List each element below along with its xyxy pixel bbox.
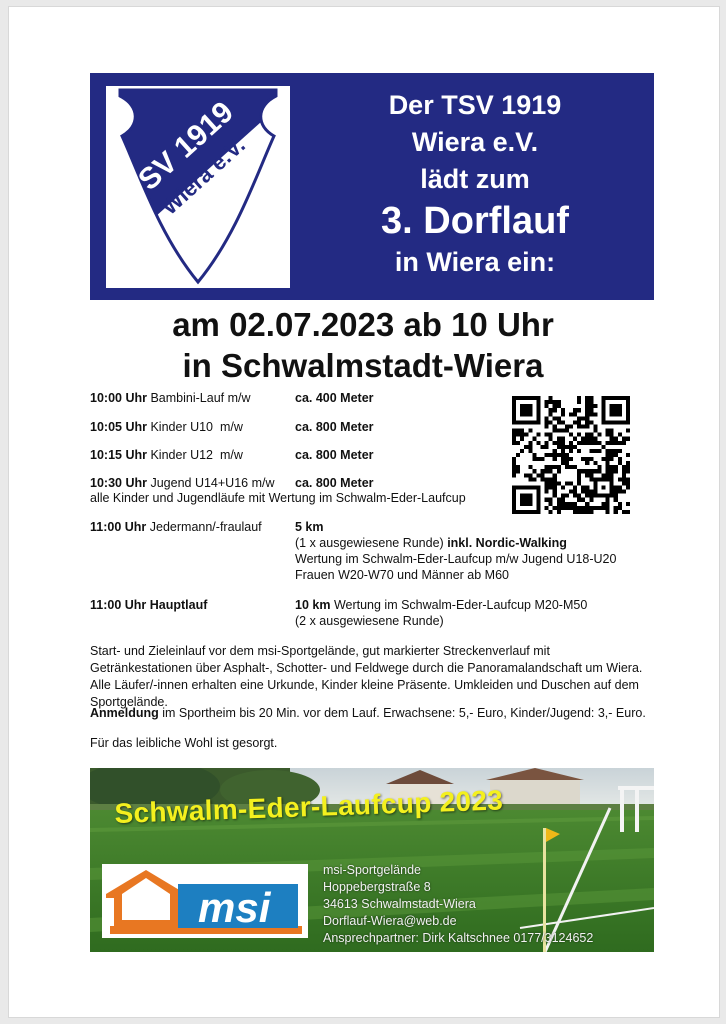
schedule-event: Jedermann/-fraulauf — [149, 520, 262, 534]
hauptlauf-distance: 10 km — [295, 598, 331, 612]
invitation-heading: Der TSV 1919 Wiera e.V. lädt zum 3. Dorf… — [300, 87, 650, 281]
hauptlauf-details: 10 km Wertung im Schwalm-Eder-Laufcup M2… — [295, 597, 587, 629]
registration-paragraph: Anmeldung im Sportheim bis 20 Min. vor d… — [90, 705, 650, 722]
schedule-time: 11:00 Uhr — [90, 520, 147, 534]
schedule-row: 10:00 Uhr Bambini-Lauf m/w — [90, 390, 251, 406]
venue-city: 34613 Schwalmstadt-Wiera — [323, 897, 476, 911]
schedule-time: 10:15 Uhr — [90, 448, 147, 462]
venue-street: Hoppebergstraße 8 — [323, 880, 431, 894]
schedule-row: 10:05 Uhr Kinder U10 m/w — [90, 419, 243, 435]
schedule-time: 10:00 Uhr — [90, 391, 147, 405]
jedermann-details: 5 km (1 x ausgewiesene Runde) inkl. Nord… — [295, 519, 616, 583]
laufcup-banner: Schwalm-Eder-Laufcup 2023 msi msi-Sportg… — [90, 768, 654, 952]
heading-line-2: Wiera e.V. — [411, 127, 539, 157]
jedermann-rounds: (1 x ausgewiesene Runde) — [295, 536, 444, 550]
info-paragraph: Start- und Zieleinlauf vor dem msi-Sport… — [90, 644, 643, 709]
contact-person: Ansprechpartner: Dirk Kaltschnee 0177/31… — [323, 931, 594, 945]
hauptlauf-wertung: Wertung im Schwalm-Eder-Laufcup M20-M50 — [333, 598, 588, 612]
venue-address: msi-Sportgelände Hoppebergstraße 8 34613… — [323, 862, 593, 947]
schedule-event: Kinder U10 m/w — [150, 420, 243, 434]
schedule-row-jedermann: 11:00 Uhr Jedermann/-fraulauf — [90, 519, 262, 535]
schedule-row-hauptlauf: 11:00 Uhr Hauptlauf — [90, 597, 207, 613]
event-date: am 02.07.2023 ab 10 Uhr — [172, 306, 554, 343]
jedermann-wertung-2: Frauen W20-W70 und Männer ab M60 — [295, 568, 509, 582]
contact-email[interactable]: Dorflauf-Wiera@web.de — [323, 913, 593, 930]
header-banner: TSV 1919 Wiera e.V. Der TSV 1919 Wiera e… — [90, 73, 654, 300]
jedermann-wertung-1: Wertung im Schwalm-Eder-Laufcup m/w Juge… — [295, 552, 617, 566]
schedule-row: 10:30 Uhr Jugend U14+U16 m/w — [90, 475, 275, 491]
msi-logo-text: msi — [198, 884, 272, 931]
kids-note: alle Kinder und Jugendläufe mit Wertung … — [90, 491, 466, 505]
schedule-event: Bambini-Lauf m/w — [150, 391, 251, 405]
schedule-distance: ca. 800 Meter — [295, 476, 374, 490]
jedermann-distance: 5 km — [295, 520, 324, 534]
schedule-event: Jugend U14+U16 m/w — [150, 476, 275, 490]
heading-line-5: in Wiera ein: — [394, 247, 556, 277]
event-title: 3. Dorflauf — [381, 200, 569, 242]
schedule-distance: ca. 400 Meter — [295, 391, 374, 405]
qr-code-icon[interactable] — [512, 396, 630, 514]
club-crest-icon: TSV 1919 Wiera e.V. — [106, 86, 290, 288]
event-location: in Schwalmstadt-Wiera — [182, 347, 544, 384]
hauptlauf-rounds: (2 x ausgewiesene Runde) — [295, 614, 444, 628]
jedermann-extra: inkl. Nordic-Walking — [447, 536, 567, 550]
schedule-time: 10:05 Uhr — [90, 420, 147, 434]
schedule-event: Hauptlauf — [149, 598, 208, 612]
heading-line-1: Der TSV 1919 — [388, 90, 562, 120]
venue-name: msi-Sportgelände — [323, 863, 421, 877]
msi-logo: msi — [102, 864, 308, 938]
schedule-distance: ca. 800 Meter — [295, 448, 374, 462]
schedule-time: 11:00 Uhr — [90, 598, 147, 612]
registration-text: im Sportheim bis 20 Min. vor dem Lauf. E… — [158, 706, 646, 720]
schedule-event: Kinder U12 m/w — [150, 448, 243, 462]
schedule-distance: ca. 800 Meter — [295, 420, 374, 434]
food-note: Für das leibliche Wohl ist gesorgt. — [90, 736, 278, 750]
schedule-row: 10:15 Uhr Kinder U12 m/w — [90, 447, 243, 463]
heading-line-3: lädt zum — [420, 164, 530, 194]
registration-label: Anmeldung — [90, 706, 159, 720]
schedule-time: 10:30 Uhr — [90, 476, 147, 490]
